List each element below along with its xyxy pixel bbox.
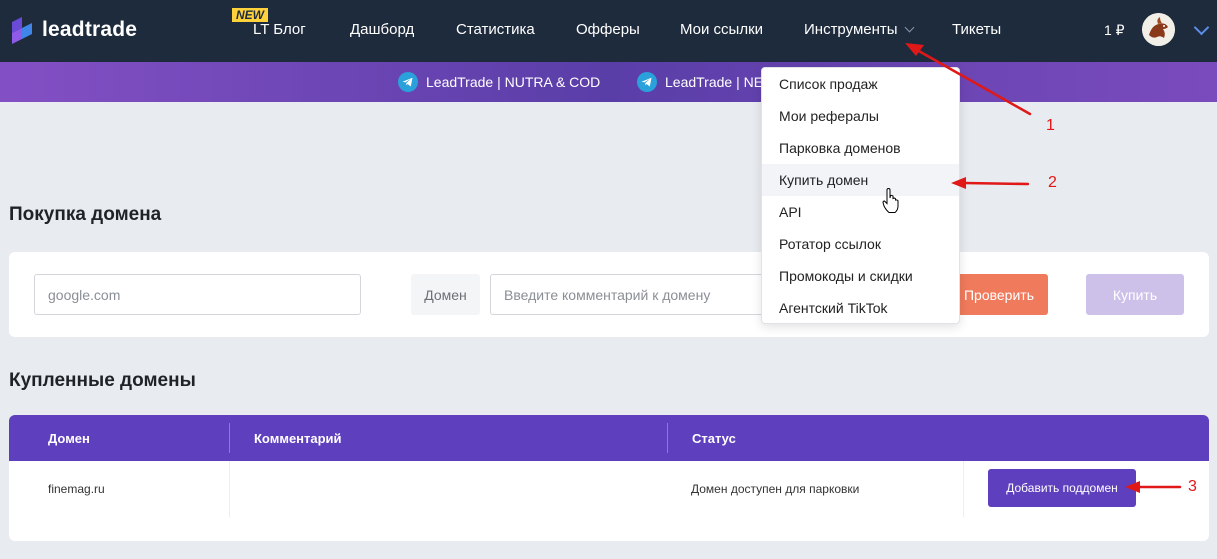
telegram-channel-label: LeadTrade | NUTRA & COD (426, 74, 601, 90)
buy-button[interactable]: Купить (1086, 274, 1184, 315)
domain-input[interactable] (34, 274, 361, 315)
arrow-annotation (962, 181, 1030, 186)
annotation-number: 2 (1048, 174, 1057, 191)
menu-item-link-rotator[interactable]: Ротатор ссылок (762, 228, 959, 260)
column-divider (667, 423, 668, 453)
telegram-channel-nutra[interactable]: LeadTrade | NUTRA & COD (398, 72, 600, 92)
menu-item-promocodes[interactable]: Промокоды и скидки (762, 260, 959, 292)
purchase-card: Домен Проверить Купить (9, 252, 1209, 337)
balance[interactable]: 1 ₽ (1104, 22, 1125, 39)
column-header-comment[interactable]: Комментарий (254, 431, 342, 446)
logo[interactable]: leadtrade (10, 16, 137, 44)
chevron-down-icon (904, 22, 914, 33)
nav-item-tools[interactable]: Инструменты (804, 21, 914, 38)
nav-item-offers[interactable]: Офферы (576, 21, 640, 38)
nav-item-statistics[interactable]: Статистика (456, 21, 535, 38)
hand-cursor-icon (882, 188, 899, 213)
purchased-domains-table: Домен Комментарий Статус finemag.ru Доме… (9, 415, 1209, 541)
leadtrade-logo-icon (12, 17, 32, 44)
menu-item-api[interactable]: API (762, 196, 959, 228)
nav-item-tickets[interactable]: Тикеты (952, 21, 1001, 38)
column-header-domain[interactable]: Домен (48, 431, 90, 446)
column-header-status[interactable]: Статус (692, 431, 736, 446)
menu-item-buy-domain[interactable]: Купить домен (762, 164, 959, 196)
avatar[interactable] (1142, 13, 1175, 46)
menu-item-sales-list[interactable]: Список продаж (762, 68, 959, 100)
user-menu-chevron-icon[interactable] (1193, 19, 1210, 36)
nav-item-my-links[interactable]: Мои ссылки (680, 21, 763, 38)
column-divider (229, 423, 230, 453)
row-domain: finemag.ru (48, 482, 105, 496)
nav-item-lt-blog[interactable]: LT Блог (253, 21, 306, 38)
annotation-number: 3 (1188, 478, 1197, 495)
tools-dropdown-menu: Список продаж Мои рефералы Парковка доме… (761, 67, 960, 324)
cell-divider (963, 461, 964, 517)
purchased-title: Купленные домены (9, 370, 196, 391)
new-badge: NEW (232, 8, 268, 22)
nav-item-tools-label: Инструменты (804, 21, 898, 38)
telegram-icon (637, 72, 657, 92)
comment-input[interactable] (490, 274, 780, 315)
cell-divider (229, 461, 230, 517)
logo-text: leadtrade (42, 18, 138, 41)
annotation-number: 1 (1046, 117, 1055, 134)
telegram-banner: LeadTrade | NUTRA & COD LeadTrade | NE (0, 62, 1217, 102)
menu-item-domain-parking[interactable]: Парковка доменов (762, 132, 959, 164)
menu-item-agency-tiktok[interactable]: Агентский TikTok (762, 292, 959, 324)
row-status: Домен доступен для парковки (691, 482, 860, 496)
telegram-channel-ne[interactable]: LeadTrade | NE (637, 72, 763, 92)
telegram-channel-label: LeadTrade | NE (665, 74, 764, 90)
top-navigation: leadtrade NEW LT Блог Дашборд Статистика… (0, 0, 1217, 62)
nav-item-dashboard[interactable]: Дашборд (350, 21, 414, 38)
telegram-icon (398, 72, 418, 92)
check-button[interactable]: Проверить (950, 274, 1048, 315)
domain-prefix-label: Домен (411, 274, 480, 315)
table-header: Домен Комментарий Статус (9, 415, 1209, 461)
purchase-title: Покупка домена (9, 204, 162, 225)
add-subdomain-button[interactable]: Добавить поддомен (988, 469, 1136, 507)
avatar-image (1142, 13, 1175, 46)
menu-item-my-referrals[interactable]: Мои рефералы (762, 100, 959, 132)
